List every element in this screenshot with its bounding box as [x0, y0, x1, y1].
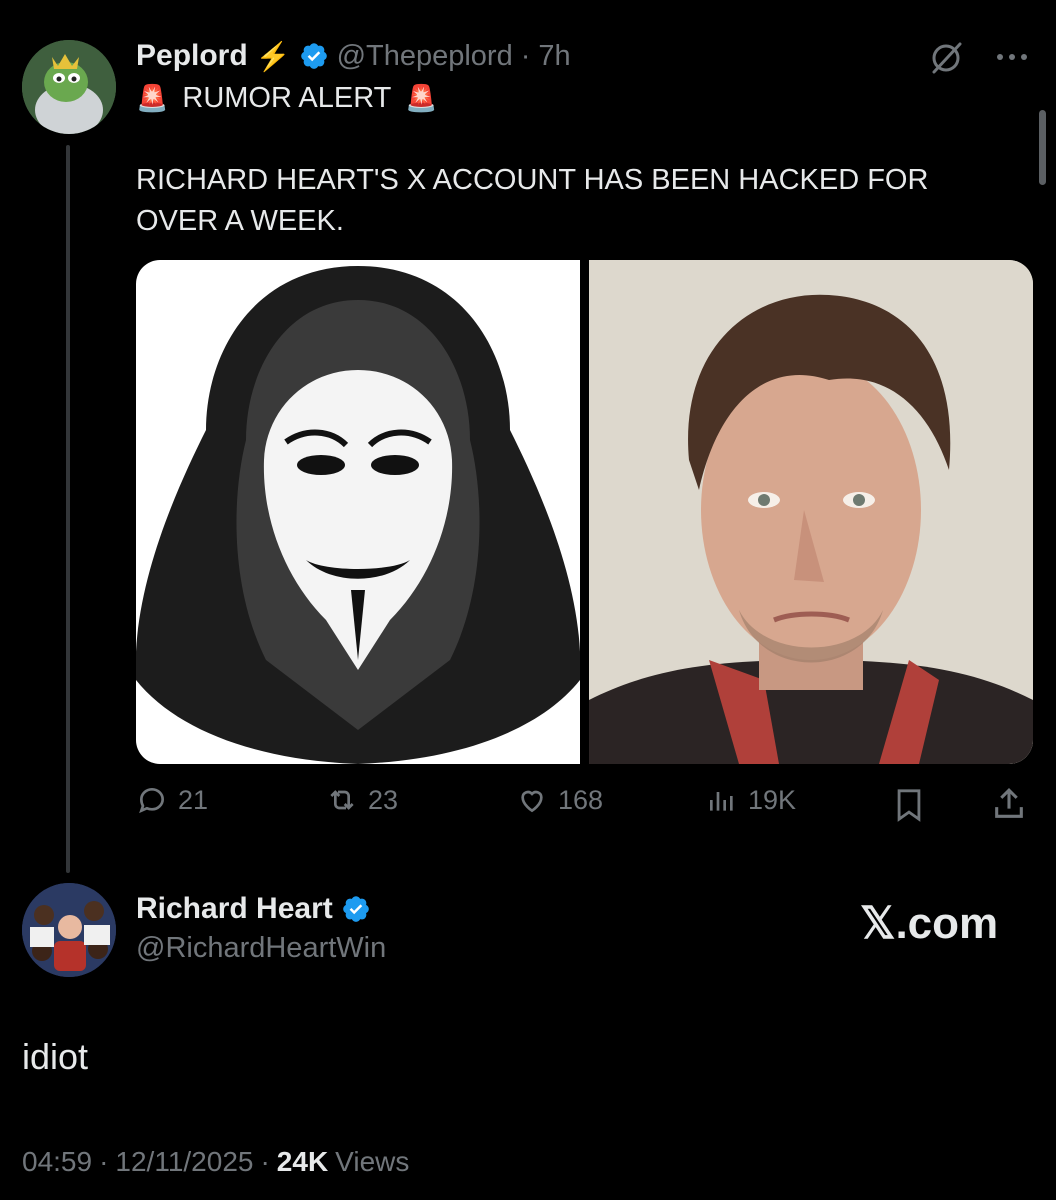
- reply-time[interactable]: 04:59: [22, 1146, 92, 1178]
- richard-heart-avatar-image: [22, 883, 116, 977]
- header-separator: ·: [520, 39, 531, 72]
- reply-action[interactable]: 21: [136, 784, 208, 816]
- grok-icon[interactable]: [926, 38, 966, 78]
- views-icon: [710, 792, 733, 811]
- reply-tweet-body: idiot: [22, 1036, 89, 1077]
- rumor-alert-text: RUMOR ALERT: [182, 82, 392, 114]
- reply-count: 21: [178, 784, 209, 815]
- meta-separator: ·: [99, 1146, 109, 1177]
- reply-date[interactable]: 12/11/2025: [115, 1146, 253, 1178]
- hooded-mask-illustration: [136, 266, 581, 764]
- siren-emoji-left: 🚨: [136, 83, 169, 113]
- x-com-watermark: 𝕏.com: [860, 899, 999, 948]
- repost-count: 23: [368, 784, 399, 815]
- share-icon[interactable]: [990, 784, 1028, 824]
- more-icon[interactable]: [992, 42, 1032, 72]
- parent-timestamp[interactable]: 7h: [538, 40, 570, 73]
- meta-separator: ·: [260, 1146, 270, 1177]
- parent-handle[interactable]: @Thepeplord: [337, 40, 513, 73]
- peplord-avatar[interactable]: [22, 40, 116, 134]
- reply-tweet-meta: 04:59 · 12/11/2025 · 24K Views: [22, 1146, 409, 1178]
- reply-icon: [139, 787, 165, 814]
- views-count: 19K: [748, 784, 797, 815]
- rumor-alert-line: 🚨 RUMOR ALERT 🚨: [136, 78, 438, 119]
- siren-emoji-right: 🚨: [405, 83, 438, 113]
- repost-icon: [330, 790, 354, 810]
- media-image-portrait[interactable]: [589, 260, 1033, 764]
- parent-author-name[interactable]: Peplord: [136, 39, 248, 73]
- portrait-photo: [589, 260, 1033, 764]
- lightning-emoji: ⚡: [255, 40, 291, 72]
- media-divider: [580, 260, 589, 764]
- bookmark-icon[interactable]: [892, 786, 926, 824]
- media-image-hooded-figure[interactable]: [136, 260, 581, 764]
- reply-author-line: Richard Heart: [136, 892, 371, 926]
- like-count: 168: [558, 784, 604, 815]
- parent-tweet-body: RICHARD HEART'S X ACCOUNT HAS BEEN HACKE…: [136, 164, 929, 237]
- reply-handle[interactable]: @RichardHeartWin: [136, 932, 386, 965]
- views-count-bold: 24K: [276, 1146, 329, 1177]
- repost-action[interactable]: 23: [326, 784, 398, 816]
- scrollbar-thumb[interactable]: [1039, 110, 1046, 185]
- thread-connector-line: [66, 145, 70, 873]
- like-action[interactable]: 168: [516, 784, 603, 816]
- tweet-media-grid[interactable]: [136, 260, 1033, 764]
- verified-badge-icon: [300, 43, 327, 69]
- peplord-avatar-image: [22, 40, 116, 134]
- verified-badge-icon: [342, 896, 369, 922]
- views-action[interactable]: 19K: [706, 784, 796, 816]
- parent-tweet-header: Peplord ⚡ @Thepeplord · 7h: [136, 36, 571, 76]
- views-label: Views: [335, 1146, 410, 1177]
- richard-heart-avatar[interactable]: [22, 883, 116, 977]
- like-icon: [521, 790, 543, 813]
- reply-author-name[interactable]: Richard Heart: [136, 892, 333, 926]
